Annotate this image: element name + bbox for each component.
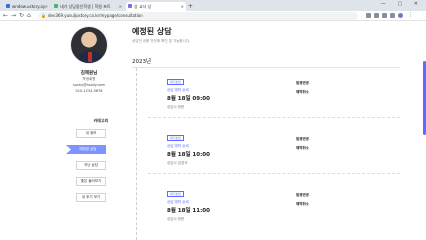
url-input[interactable]: 🔒 dev369.yusuljustory.co.kr/mypage/consu…: [38, 12, 358, 20]
reschedule-button[interactable]: 일정변경: [296, 81, 309, 86]
year-heading: 2023년: [132, 59, 152, 65]
user-role: 학생회원: [82, 77, 96, 81]
lock-icon: 🔒: [41, 13, 46, 18]
consultation-type: 상담 예약 상세: [167, 88, 189, 92]
card-divider: [148, 173, 400, 174]
consultation-type: 상담 예약 상세: [167, 200, 189, 204]
close-icon[interactable]: ✕: [45, 2, 48, 11]
main-content: 예정된 상담 상담전 내용 안전에 확인 및 가능합니다. 2023년 대기상담…: [130, 21, 400, 240]
cancel-reservation-button[interactable]: 예약취소: [296, 90, 309, 95]
consultation-card: 대기상담 상담 예약 상세 8월 18일 09:00 상담사 정한 일정변경 예…: [148, 79, 400, 123]
browser-tab-3[interactable]: 상 교사 상 ✕: [126, 2, 186, 11]
url-text: dev369.yusuljustory.co.kr/mypage/consult…: [48, 13, 143, 18]
back-icon[interactable]: ←: [3, 12, 8, 20]
menu-item-my-info[interactable]: 내 정보: [76, 129, 106, 138]
menu-item-past-consultation[interactable]: 지난 상담: [76, 161, 106, 170]
cancel-reservation-button[interactable]: 예약취소: [296, 146, 309, 151]
extension-icon[interactable]: [390, 13, 395, 18]
consultation-counselor: 상담사 정한: [167, 105, 185, 109]
menu-item-browse[interactable]: 좋은 둘러보기: [76, 177, 106, 186]
tab-label: 상 교사 상: [134, 4, 152, 9]
page: 김해원님 학생회원 sushy@hsoily.com 010-1234-5678…: [0, 21, 426, 240]
favicon-icon: [54, 4, 58, 8]
status-badge: 대기상담: [167, 79, 185, 85]
extension-icon[interactable]: [374, 13, 379, 18]
reschedule-button[interactable]: 일정변경: [296, 137, 309, 142]
status-badge: 대기상담: [167, 135, 185, 141]
sidebar: 김해원님 학생회원 sushy@hsoily.com 010-1234-5678…: [56, 21, 128, 240]
forward-icon[interactable]: →: [11, 12, 16, 20]
menu-dots-icon[interactable]: ⋮: [408, 13, 414, 18]
home-icon[interactable]: ⌂: [27, 12, 31, 20]
favicon-icon: [128, 4, 132, 8]
user-name: 김해원님: [80, 71, 98, 76]
menu-item-my-reviews[interactable]: 내 후기 보기: [76, 193, 106, 202]
consultation-card: 대기상담 상담 예약 상세 8월 18일 11:00 상담사 정한 일정변경 예…: [148, 191, 400, 235]
consultation-counselor: 상담사 정한: [167, 217, 185, 221]
extension-icon[interactable]: [382, 13, 387, 18]
close-icon[interactable]: ✕: [119, 2, 122, 11]
consultation-type: 상담 예약 상세: [167, 144, 189, 148]
address-bar: ← → ↻ ⌂ 🔒 dev369.yusuljustory.co.kr/mypa…: [0, 11, 426, 21]
page-subtitle: 상담전 내용 안전에 확인 및 가능합니다.: [132, 39, 191, 43]
avatar: [70, 26, 108, 64]
divider: [132, 67, 400, 68]
close-icon[interactable]: ✕: [181, 2, 184, 11]
consultation-date: 8월 18일 09:00: [167, 96, 210, 102]
consultation-date: 8월 18일 11:00: [167, 208, 210, 214]
user-email: sushy@hsoily.com: [73, 83, 105, 87]
favicon-icon: [6, 4, 10, 8]
extension-icon[interactable]: [366, 13, 371, 18]
browser-tab-bar: wndow.ustory.ay ✕ 내가 상담중인학생 | 학원 포트 ✕ 상 …: [0, 0, 426, 11]
consultation-counselor: 상담사 김경석: [167, 161, 188, 165]
browser-tab-1[interactable]: wndow.ustory.ay ✕: [4, 2, 50, 11]
window-controls[interactable]: — ▢ ✕: [381, 1, 423, 7]
reschedule-button[interactable]: 일정변경: [296, 193, 309, 198]
timeline-line: [136, 68, 137, 240]
reload-icon[interactable]: ↻: [19, 12, 24, 20]
new-tab-button[interactable]: +: [188, 2, 193, 11]
consultation-card: 대기상담 상담 예약 상세 8월 18일 10:00 상담사 김경석 일정변경 …: [148, 135, 400, 179]
browser-tab-2[interactable]: 내가 상담중인학생 | 학원 포트 ✕: [52, 2, 124, 11]
avatar-tie: [88, 52, 92, 62]
profile-icon[interactable]: [398, 13, 403, 18]
cancel-reservation-button[interactable]: 예약취소: [296, 202, 309, 207]
page-title: 예정된 상담: [132, 27, 172, 36]
menu-item-upcoming-consultation[interactable]: 예정된 상담: [66, 145, 106, 154]
tab-label: wndow.ustory.ay: [12, 4, 46, 9]
consultation-date: 8월 18일 10:00: [167, 152, 210, 158]
card-divider: [148, 117, 400, 118]
user-phone: 010-1234-5678: [75, 89, 103, 93]
tab-label: 내가 상담중인학생 | 학원 포트: [60, 4, 111, 9]
status-badge: 대기상담: [167, 191, 185, 197]
